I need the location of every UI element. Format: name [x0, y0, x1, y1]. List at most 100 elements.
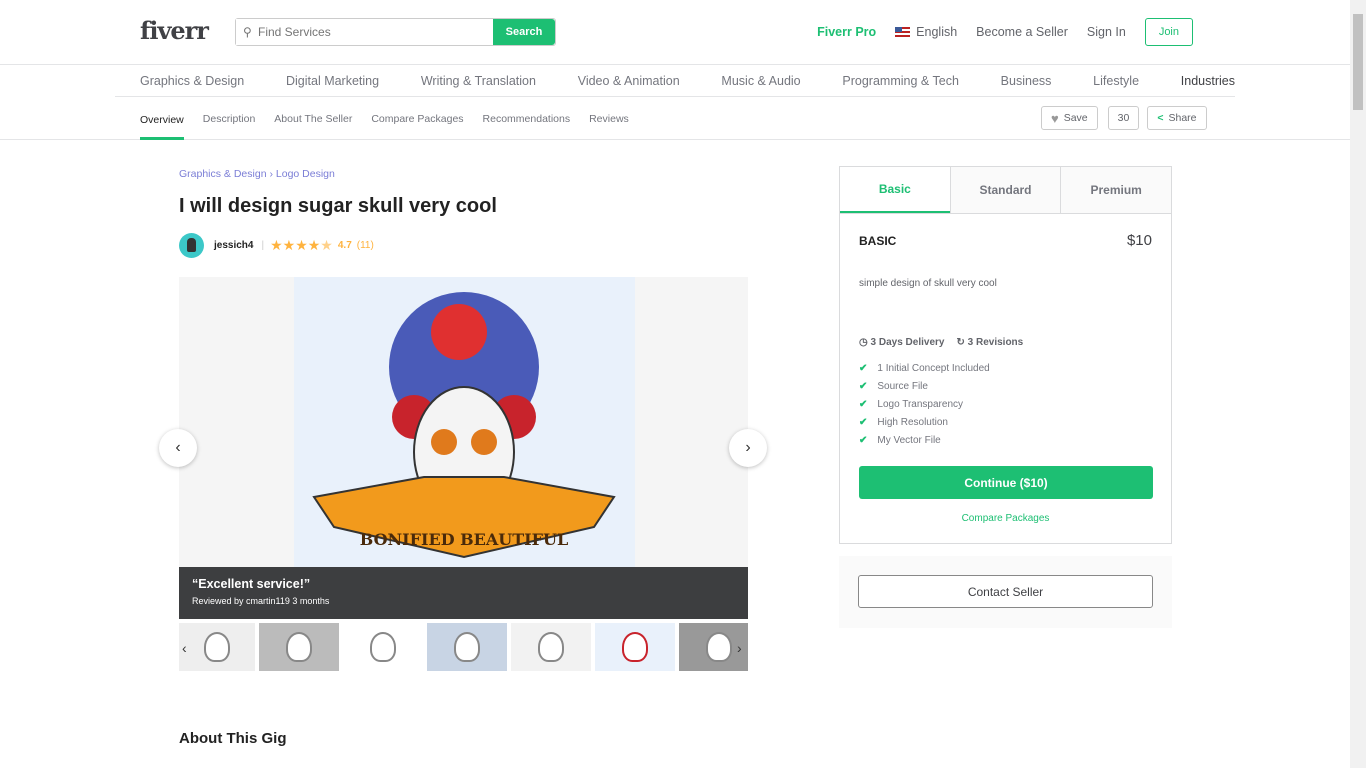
header: fiverr ⚲ Search Fiverr Pro English Becom…	[0, 0, 1350, 65]
category-link[interactable]: Programming & Tech	[842, 74, 959, 88]
become-seller-link[interactable]: Become a Seller	[976, 25, 1068, 39]
category-link[interactable]: Lifestyle	[1093, 74, 1139, 88]
thumbnail[interactable]	[259, 623, 339, 671]
search-bar: ⚲ Search	[235, 18, 556, 46]
package-tab-premium[interactable]: Premium	[1060, 167, 1172, 213]
breadcrumb-link[interactable]: Graphics & Design	[179, 168, 267, 180]
check-icon: ✔	[859, 381, 868, 392]
scrollbar[interactable]	[1350, 0, 1366, 768]
share-button[interactable]: < Share	[1147, 106, 1207, 130]
gig-subnav: Overview Description About The Seller Co…	[0, 97, 1350, 140]
check-icon: ✔	[859, 399, 868, 410]
scrollbar-thumb[interactable]	[1353, 14, 1363, 110]
compare-packages-link[interactable]: Compare Packages	[840, 513, 1171, 524]
language-label: English	[916, 25, 958, 39]
gallery-next-button[interactable]: ›	[729, 429, 767, 467]
save-button[interactable]: ♥ Save	[1041, 106, 1098, 130]
save-count: 30	[1107, 106, 1140, 130]
tab-overview[interactable]: Overview	[140, 100, 184, 140]
tab-description[interactable]: Description	[203, 113, 256, 125]
rating-score: 4.7	[337, 240, 352, 251]
thumbs-prev-icon[interactable]: ‹	[182, 640, 187, 656]
category-link[interactable]: Graphics & Design	[140, 74, 244, 88]
package-price: $10	[1126, 232, 1152, 249]
star-rating-icon: ★★★★★	[270, 237, 333, 253]
gallery-prev-button[interactable]: ‹	[159, 429, 197, 467]
package-tab-standard[interactable]: Standard	[949, 167, 1061, 213]
tab-about-seller[interactable]: About The Seller	[274, 113, 352, 125]
share-label: Share	[1168, 112, 1197, 124]
seller-name[interactable]: jessich4	[214, 240, 253, 251]
heart-icon: ♥	[1051, 110, 1059, 126]
check-icon: ✔	[859, 363, 868, 374]
search-input[interactable]	[236, 19, 493, 45]
seller-info: jessich4 | ★★★★★ 4.7 (11)	[179, 233, 374, 258]
revisions-info: ↻ 3 Revisions	[956, 337, 1023, 348]
contact-seller-button[interactable]: Contact Seller	[858, 575, 1153, 608]
delivery-label: 3 Days Delivery	[870, 337, 945, 348]
thumbnail[interactable]	[343, 623, 423, 671]
category-link[interactable]: Music & Audio	[721, 74, 800, 88]
about-gig-heading: About This Gig	[179, 730, 287, 747]
feature-list: ✔ 1 Initial Concept Included ✔ Source File…	[859, 363, 990, 453]
search-button[interactable]: Search	[493, 19, 555, 45]
category-link[interactable]: Industries	[1181, 74, 1235, 88]
chevron-right-icon: ›	[745, 439, 751, 456]
category-link[interactable]: Business	[1001, 74, 1052, 88]
language-selector[interactable]: English	[895, 25, 957, 39]
package-tab-basic[interactable]: Basic	[840, 167, 950, 213]
category-link[interactable]: Video & Animation	[578, 74, 680, 88]
continue-button[interactable]: Continue ($10)	[859, 466, 1153, 499]
chevron-left-icon: ‹	[175, 439, 181, 456]
delivery-info: ◷ 3 Days Delivery	[859, 337, 944, 348]
sugar-skull-illustration: BONIFIED BEAUTIFUL	[312, 292, 616, 559]
avatar[interactable]	[179, 233, 204, 258]
feature-item: ✔ High Resolution	[859, 417, 990, 435]
thumbnail[interactable]	[427, 623, 507, 671]
gig-image: BONIFIED BEAUTIFUL	[294, 277, 635, 567]
thumbnail-strip	[179, 623, 748, 671]
fiverr-pro-link[interactable]: Fiverr Pro	[817, 25, 876, 39]
tab-reviews[interactable]: Reviews	[589, 113, 629, 125]
thumbnail[interactable]	[511, 623, 591, 671]
thumbnail[interactable]	[179, 623, 255, 671]
refresh-icon: ↻	[956, 337, 965, 348]
feature-item: ✔ My Vector File	[859, 435, 990, 453]
thumbs-next-icon[interactable]: ›	[737, 640, 742, 656]
package-description: simple design of skull very cool	[859, 278, 997, 289]
review-quote: “Excellent service!”	[192, 577, 311, 591]
package-card: Basic Standard Premium BASIC $10 simple …	[839, 166, 1172, 544]
tab-recommendations[interactable]: Recommendations	[483, 113, 571, 125]
breadcrumb-link[interactable]: Logo Design	[276, 168, 335, 180]
feature-label: High Resolution	[877, 417, 948, 428]
tab-compare-packages[interactable]: Compare Packages	[371, 113, 463, 125]
feature-item: ✔ Source File	[859, 381, 990, 399]
revisions-label: 3 Revisions	[967, 337, 1024, 348]
thumbnail-active[interactable]	[593, 623, 677, 671]
breadcrumb: Graphics & Design › Logo Design	[179, 168, 335, 180]
feature-label: Logo Transparency	[877, 399, 964, 410]
join-button[interactable]: Join	[1144, 18, 1193, 46]
category-link[interactable]: Writing & Translation	[421, 74, 536, 88]
us-flag-icon	[895, 27, 911, 37]
fiverr-logo[interactable]: fiverr	[140, 16, 209, 45]
search-icon: ⚲	[243, 25, 252, 39]
clock-icon: ◷	[859, 337, 868, 348]
rating-count[interactable]: (11)	[357, 240, 374, 251]
svg-text:BONIFIED BEAUTIFUL: BONIFIED BEAUTIFUL	[360, 530, 568, 549]
feature-label: 1 Initial Concept Included	[877, 363, 990, 374]
check-icon: ✔	[859, 435, 868, 446]
gig-title: I will design sugar skull very cool	[179, 195, 497, 217]
review-author: Reviewed by cmartin119 3 months	[192, 596, 330, 606]
check-icon: ✔	[859, 417, 868, 428]
category-link[interactable]: Digital Marketing	[286, 74, 379, 88]
feature-label: Source File	[877, 381, 928, 392]
featured-review: “Excellent service!” Reviewed by cmartin…	[179, 567, 748, 619]
feature-item: ✔ Logo Transparency	[859, 399, 990, 417]
category-nav: Graphics & Design Digital Marketing Writ…	[115, 65, 1235, 97]
gig-gallery: BONIFIED BEAUTIFUL “Excellent service!” …	[179, 277, 748, 619]
contact-panel: Contact Seller	[839, 556, 1172, 628]
share-icon: <	[1157, 112, 1164, 124]
sign-in-link[interactable]: Sign In	[1087, 25, 1126, 39]
feature-item: ✔ 1 Initial Concept Included	[859, 363, 990, 381]
